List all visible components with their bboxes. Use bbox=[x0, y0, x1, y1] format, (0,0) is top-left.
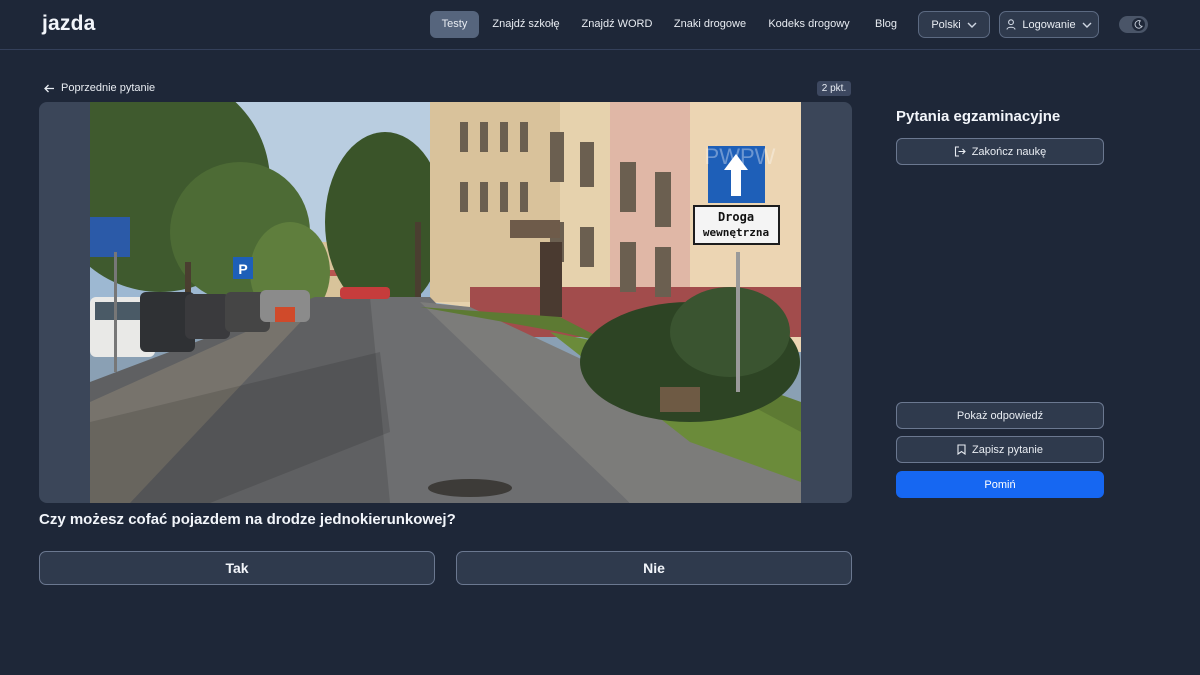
nav-item-znajdz-word[interactable]: Znajdź WORD bbox=[577, 11, 657, 38]
question-text: Czy możesz cofać pojazdem na drodze jedn… bbox=[39, 511, 456, 528]
user-icon bbox=[1006, 19, 1016, 30]
logout-icon bbox=[954, 146, 966, 157]
points-badge: 2 pkt. bbox=[817, 81, 851, 96]
bookmark-icon bbox=[957, 444, 966, 455]
end-learning-button[interactable]: Zakończ naukę bbox=[896, 138, 1104, 165]
street-scene-image: P Droga wewnętrzna PWPW bbox=[90, 102, 801, 503]
sign-text-line2: wewnętrzna bbox=[703, 226, 769, 239]
nav-item-testy[interactable]: Testy bbox=[430, 11, 479, 38]
chevron-down-icon bbox=[967, 22, 977, 28]
question-image-frame: P Droga wewnętrzna PWPW bbox=[39, 102, 852, 503]
previous-question-label: Poprzednie pytanie bbox=[61, 82, 156, 94]
logo-text: jazda bbox=[42, 12, 96, 35]
sidebar-title: Pytania egzaminacyjne bbox=[896, 108, 1061, 125]
parking-sign-text: P bbox=[238, 261, 247, 277]
answer-yes-button[interactable]: Tak bbox=[39, 551, 435, 585]
moon-icon bbox=[1132, 18, 1145, 31]
show-answer-label: Pokaż odpowiedź bbox=[956, 409, 1044, 422]
jazda-logo[interactable]: jazda bbox=[42, 12, 96, 36]
language-dropdown[interactable]: Polski bbox=[918, 11, 990, 38]
answer-no-button[interactable]: Nie bbox=[456, 551, 852, 585]
top-navbar: jazda Testy Znajdź szkołę Znajdź WORD Zn… bbox=[0, 0, 1200, 50]
sign-text-line1: Droga bbox=[718, 210, 754, 224]
previous-question-link[interactable]: Poprzednie pytanie bbox=[44, 80, 155, 96]
save-question-button[interactable]: Zapisz pytanie bbox=[896, 436, 1104, 463]
login-dropdown[interactable]: Logowanie bbox=[999, 11, 1099, 38]
save-question-label: Zapisz pytanie bbox=[972, 443, 1043, 456]
chevron-down-icon bbox=[1082, 22, 1092, 28]
theme-toggle[interactable] bbox=[1119, 16, 1148, 33]
nav-item-znajdz-szkole[interactable]: Znajdź szkołę bbox=[488, 11, 564, 38]
skip-button[interactable]: Pomiń bbox=[896, 471, 1104, 498]
skip-label: Pomiń bbox=[984, 478, 1016, 491]
watermark-text: PWPW bbox=[705, 144, 776, 169]
nav-item-blog[interactable]: Blog bbox=[868, 11, 904, 38]
nav-item-kodeks-drogowy[interactable]: Kodeks drogowy bbox=[764, 11, 854, 38]
login-label: Logowanie bbox=[1022, 18, 1076, 31]
question-photo: P Droga wewnętrzna PWPW bbox=[90, 102, 801, 503]
arrow-left-icon bbox=[44, 84, 55, 93]
end-learning-label: Zakończ naukę bbox=[971, 145, 1047, 158]
nav-item-znaki-drogowe[interactable]: Znaki drogowe bbox=[669, 11, 751, 38]
show-answer-button[interactable]: Pokaż odpowiedź bbox=[896, 402, 1104, 429]
language-label: Polski bbox=[931, 18, 961, 31]
